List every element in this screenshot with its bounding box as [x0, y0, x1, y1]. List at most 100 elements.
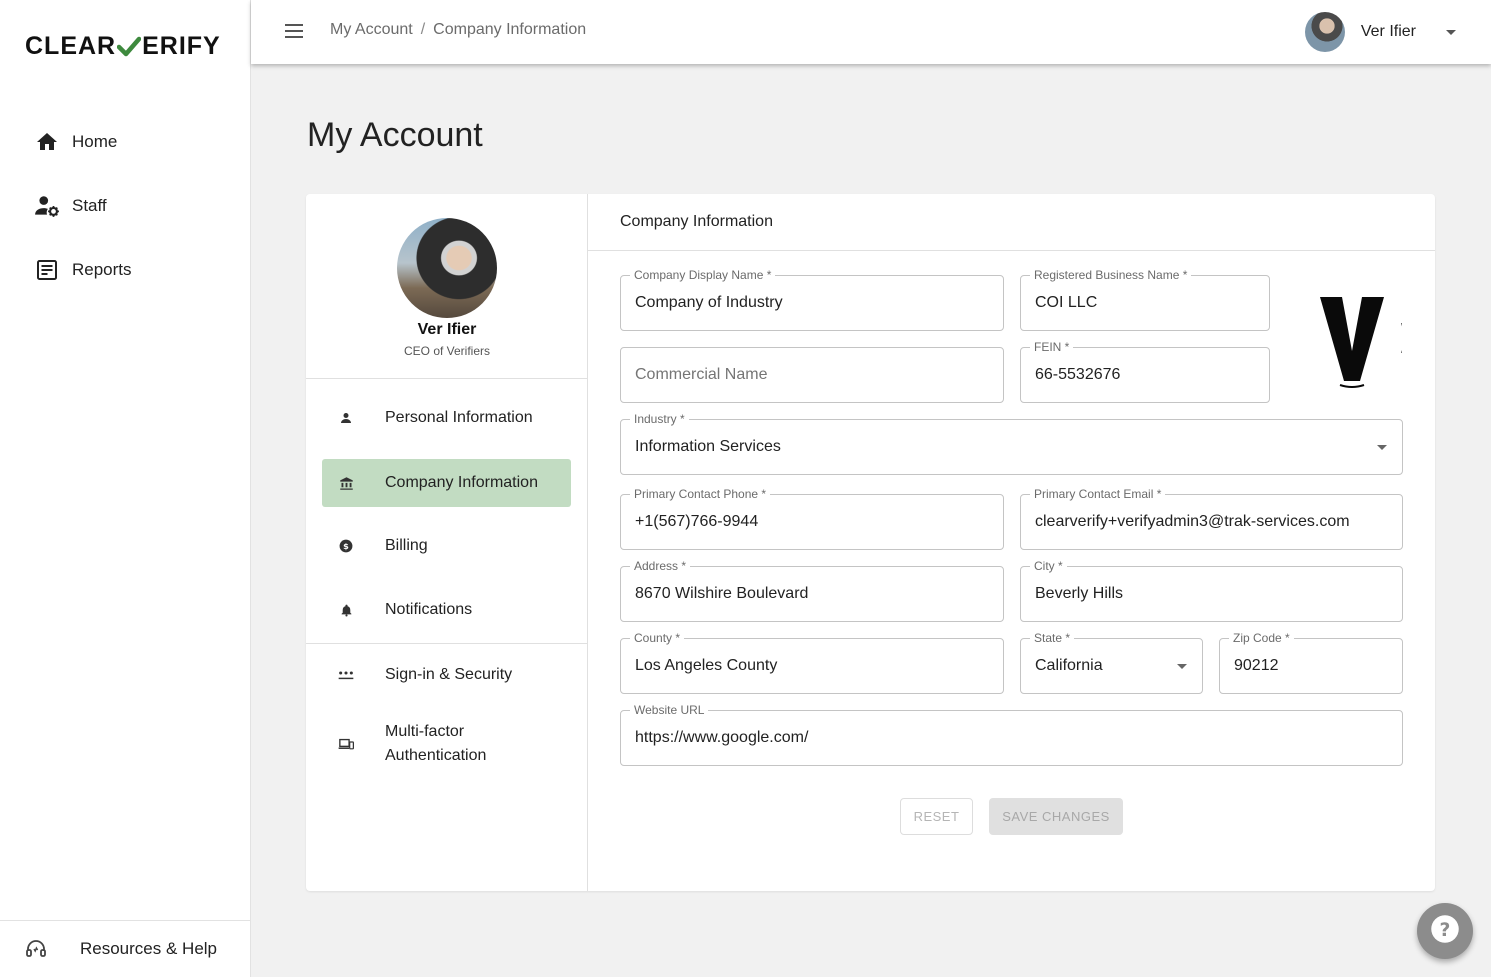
registered-business-name-field[interactable]: Registered Business Name * COI LLC — [1020, 268, 1270, 331]
dropdown-arrow-icon — [1377, 445, 1387, 450]
field-value: COI LLC — [1035, 294, 1098, 311]
field-label: State * — [1030, 631, 1075, 645]
reports-icon — [34, 257, 60, 283]
breadcrumb-my-account[interactable]: My Account — [330, 21, 413, 39]
account-menu-pane: Ver Ifier CEO of Verifiers Personal Info… — [306, 194, 588, 891]
field-label: FEIN * — [1030, 340, 1074, 354]
staff-icon — [34, 193, 60, 219]
field-placeholder: Commercial Name — [635, 366, 768, 383]
menu-label-group: Multi-factor Authentication — [385, 720, 486, 768]
field-label: Primary Contact Phone * — [630, 487, 771, 501]
nav-item-label: Staff — [72, 196, 107, 215]
field-value: 8670 Wilshire Boulevard — [635, 585, 809, 602]
field-label: Website URL — [630, 703, 709, 717]
page-title: My Account — [307, 116, 483, 154]
county-field[interactable]: County * Los Angeles County — [620, 631, 1004, 694]
devices-icon — [338, 736, 354, 752]
avatar — [1304, 12, 1345, 52]
menu-billing[interactable]: $ Billing — [322, 522, 571, 570]
bank-icon — [338, 475, 354, 491]
field-value: Company of Industry — [635, 294, 783, 311]
menu-label: Billing — [385, 537, 428, 554]
breadcrumb-company-information: Company Information — [433, 21, 587, 38]
company-logo[interactable] — [1302, 289, 1405, 389]
commercial-name-field[interactable]: Commercial Name — [620, 347, 1004, 403]
field-label: Address * — [630, 559, 691, 573]
user-name: Ver Ifier — [1360, 23, 1416, 40]
field-label: Zip Code * — [1229, 631, 1294, 645]
nav-item-label: Home — [72, 132, 118, 151]
state-select[interactable]: State * California — [1020, 631, 1203, 694]
svg-text:?: ? — [1440, 919, 1451, 940]
city-field[interactable]: City * Beverly Hills — [1020, 559, 1403, 622]
dollar-icon: $ — [338, 538, 354, 554]
field-value: 66-5532676 — [1035, 366, 1121, 383]
field-label: Company Display Name * — [630, 268, 776, 282]
zip-code-field[interactable]: Zip Code * 90212 — [1219, 631, 1403, 694]
field-value: Los Angeles County — [635, 657, 778, 674]
menu-notifications[interactable]: Notifications — [322, 586, 571, 634]
nav-item-home[interactable]: Home — [0, 110, 250, 174]
nav-item-reports[interactable]: Reports — [0, 238, 250, 302]
field-value: 90212 — [1234, 657, 1279, 674]
primary-contact-email-field[interactable]: Primary Contact Email * clearverify+veri… — [1020, 487, 1403, 550]
website-url-field[interactable]: Website URL https://www.google.com/ — [620, 703, 1403, 766]
primary-contact-phone-field[interactable]: Primary Contact Phone * +1(567)766-9944 — [620, 487, 1004, 550]
logo-check-icon — [117, 36, 142, 58]
menu-multi-factor-authentication[interactable]: Multi-factor Authentication — [322, 714, 571, 774]
help-button[interactable]: ? — [1417, 903, 1473, 959]
menu-label: Sign-in & Security — [385, 666, 513, 683]
menu-company-information[interactable]: Company Information — [322, 459, 571, 507]
person-icon — [338, 410, 354, 426]
divider — [588, 250, 1435, 251]
menu-label: Multi-factor — [385, 723, 465, 740]
address-field[interactable]: Address * 8670 Wilshire Boulevard — [620, 559, 1004, 622]
nav-item-label: Reports — [72, 260, 132, 279]
clearverify-logo[interactable]: CLEAR ERIFY — [25, 32, 221, 61]
user-menu[interactable]: Ver Ifier — [1304, 12, 1456, 52]
sidebar: CLEAR ERIFY Home Staff Reports Resources… — [0, 0, 251, 977]
company-display-name-field[interactable]: Company Display Name * Company of Indust… — [620, 268, 1004, 331]
divider — [306, 643, 587, 644]
top-bar: My Account / Company Information Ver Ifi… — [251, 0, 1491, 64]
menu-signin-security[interactable]: Sign-in & Security — [322, 651, 571, 699]
menu-label: Company Information — [385, 474, 538, 491]
help-icon: ? — [1430, 914, 1460, 949]
fein-field[interactable]: FEIN * 66-5532676 — [1020, 340, 1270, 403]
home-icon — [34, 129, 60, 155]
breadcrumb-separator: / — [420, 21, 426, 38]
divider — [306, 378, 587, 379]
company-information-pane: Company Information Company Display Name… — [588, 194, 1435, 891]
chevron-down-icon — [1446, 29, 1456, 35]
breadcrumb: My Account / Company Information — [330, 21, 586, 39]
field-value: https://www.google.com/ — [635, 729, 809, 746]
svg-text:$: $ — [343, 541, 349, 551]
password-icon — [338, 667, 354, 683]
resources-help-link[interactable]: Resources & Help — [0, 920, 250, 977]
profile-role: CEO of Verifiers — [403, 344, 491, 358]
field-value: Beverly Hills — [1035, 585, 1124, 602]
nav-item-staff[interactable]: Staff — [0, 174, 250, 238]
field-label: Primary Contact Email * — [1030, 487, 1166, 501]
profile-avatar — [397, 218, 497, 318]
industry-select[interactable]: Industry * Information Services — [620, 412, 1403, 475]
field-label: City * — [1030, 559, 1067, 573]
logo-text-right: ERIFY — [142, 32, 221, 60]
account-card: Ver Ifier CEO of Verifiers Personal Info… — [306, 194, 1435, 891]
hamburger-menu-icon[interactable] — [284, 22, 304, 40]
field-value: Information Services — [635, 438, 781, 455]
bell-icon — [338, 602, 354, 618]
field-value: clearverify+verifyadmin3@trak-services.c… — [1035, 513, 1350, 530]
main-nav: Home Staff Reports — [0, 110, 250, 302]
menu-label-line2: Authentication — [385, 747, 487, 764]
profile-name: Ver Ifier — [417, 321, 477, 338]
field-label: Registered Business Name * — [1030, 268, 1192, 282]
headset-icon — [24, 937, 48, 961]
reset-button[interactable]: RESET — [900, 798, 973, 835]
field-label: Industry * — [630, 412, 689, 426]
logo-text-left: CLEAR — [25, 32, 117, 60]
menu-personal-information[interactable]: Personal Information — [322, 394, 571, 442]
menu-label: Personal Information — [385, 409, 533, 426]
save-changes-button[interactable]: SAVE CHANGES — [989, 798, 1123, 835]
menu-label: Notifications — [385, 601, 473, 618]
